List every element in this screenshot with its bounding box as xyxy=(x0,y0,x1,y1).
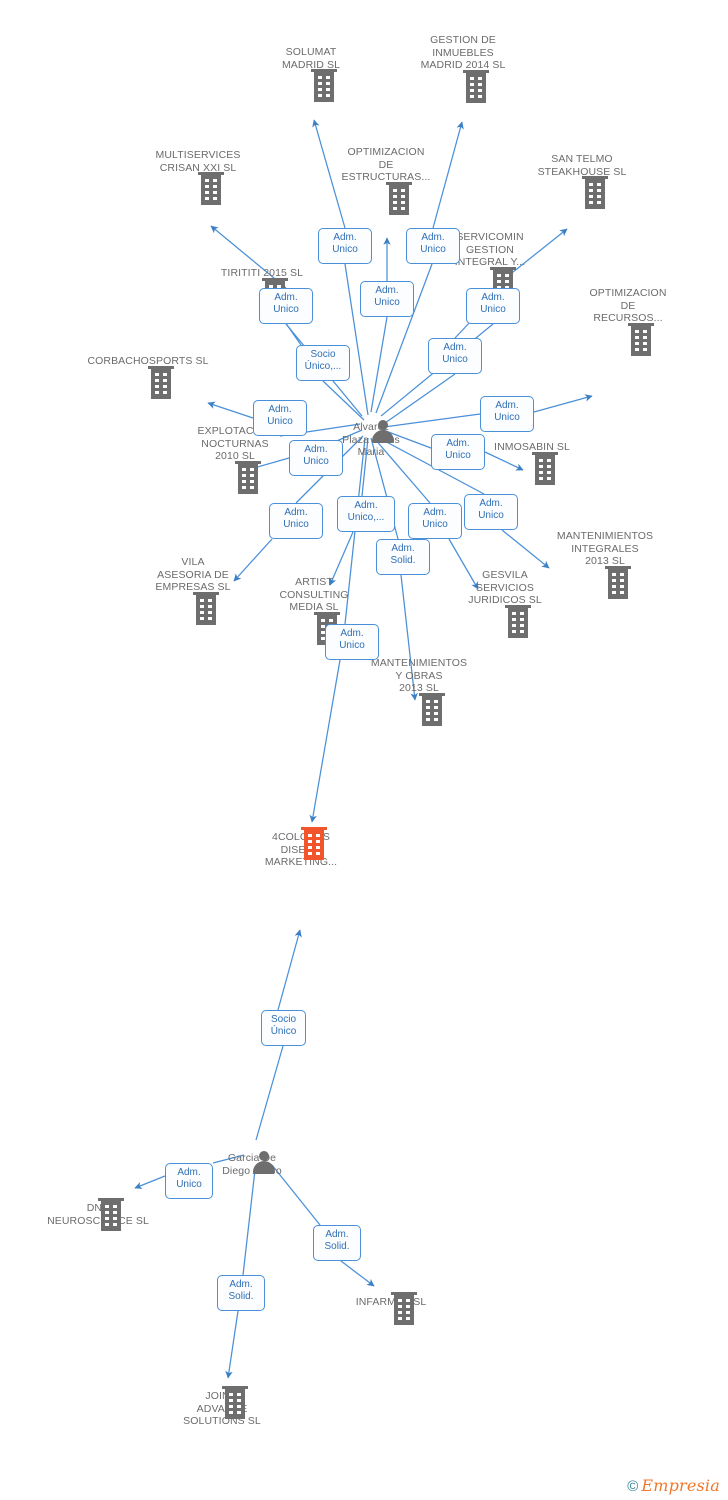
company-node-tirititi[interactable]: TIRITITI 2015 SL xyxy=(207,267,317,311)
relation-badge[interactable]: Adm. Unico xyxy=(406,228,460,264)
company-label: VILA ASESORIA DE EMPRESAS SL xyxy=(155,556,231,593)
company-label: OPTIMIZACION DE ESTRUCTURAS... xyxy=(341,146,431,183)
relation-badge[interactable]: Adm. Unico xyxy=(269,503,323,539)
company-node-4colores-focus[interactable]: 4COLORES DISEÑO MARKETING... xyxy=(246,827,356,869)
company-label: MULTISERVICES CRISAN XXI SL xyxy=(155,149,241,174)
company-node-gestion-inmuebles[interactable]: GESTION DE INMUEBLES MADRID 2014 SL xyxy=(408,34,518,103)
relation-badge[interactable]: Adm. Unico xyxy=(259,288,313,324)
relation-badge[interactable]: Adm. Unico xyxy=(318,228,372,264)
company-node-vila-asesoria[interactable]: VILA ASESORIA DE EMPRESAS SL xyxy=(138,556,248,625)
relation-badge[interactable]: Adm. Unico xyxy=(466,288,520,324)
company-node-solumat[interactable]: SOLUMAT MADRID SL xyxy=(265,46,357,102)
relation-badge[interactable]: Adm. Solid. xyxy=(376,539,430,575)
company-node-optimizacion-estructuras[interactable]: OPTIMIZACION DE ESTRUCTURAS... xyxy=(331,146,441,215)
company-label: INFARMEX SL xyxy=(355,1296,427,1308)
graph-edges-layer xyxy=(134,119,593,1379)
relation-badge[interactable]: Socio Único xyxy=(261,1010,306,1046)
copyright-icon: © xyxy=(627,1477,639,1495)
relation-badge[interactable]: Adm. Unico xyxy=(360,281,414,317)
company-node-gesvila[interactable]: GESVILA SERVICIOS JURIDICOS SL xyxy=(450,569,560,638)
company-label: OPTIMIZACION DE RECURSOS... xyxy=(589,287,667,324)
company-label: DNS NEUROSCIENCE SL xyxy=(47,1202,149,1227)
company-label: SAN TELMO STEAKHOUSE SL xyxy=(537,153,627,178)
company-node-mantenimientos-integrales[interactable]: MANTENIMIENTOS INTEGRALES 2013 SL xyxy=(550,530,660,599)
company-node-inmosabin[interactable]: INMOSABIN SL xyxy=(484,441,580,485)
company-node-mantenimientos-obras[interactable]: MANTENIMIENTOS Y OBRAS 2013 SL xyxy=(364,657,474,726)
company-node-dns-neuroscience[interactable]: DNS NEUROSCIENCE SL xyxy=(43,1198,153,1231)
relation-badge[interactable]: Adm. Unico xyxy=(431,434,485,470)
person-label: Garcia De Diego Arturo xyxy=(222,1152,281,1177)
company-node-corbachosports[interactable]: CORBACHOSPORTS SL xyxy=(78,355,218,399)
relation-badge[interactable]: Adm. Unico xyxy=(253,400,307,436)
relation-badge[interactable]: Adm. Unico xyxy=(289,440,343,476)
company-label: 4COLORES DISEÑO MARKETING... xyxy=(264,831,338,868)
company-node-multiservices[interactable]: MULTISERVICES CRISAN XXI SL xyxy=(143,149,253,205)
company-node-artist[interactable]: ARTIST CONSULTING MEDIA SL xyxy=(268,576,360,645)
company-node-infarmex[interactable]: INFARMEX SL xyxy=(336,1292,446,1325)
company-node-join2-advance[interactable]: JOIN 2 ADVANCE SOLUTIONS SL xyxy=(167,1386,277,1428)
relationship-graph-canvas: ARTIST CONSULTING MEDIA SL SOLUMAT MADRI… xyxy=(0,0,728,1500)
relation-badge[interactable]: Adm. Unico xyxy=(464,494,518,530)
relation-badge[interactable]: Adm. Unico xyxy=(408,503,462,539)
relation-badge[interactable]: Adm. Unico xyxy=(480,396,534,432)
brand-label: Empresia xyxy=(641,1476,720,1495)
relation-badge[interactable]: Adm. Solid. xyxy=(313,1225,361,1261)
company-label: MANTENIMIENTOS Y OBRAS 2013 SL xyxy=(370,657,468,694)
relation-badge[interactable]: Adm. Unico,... xyxy=(337,496,395,532)
person-node-garcia-de-diego-arturo[interactable]: Garcia De Diego Arturo xyxy=(211,1151,293,1177)
company-label: JOIN 2 ADVANCE SOLUTIONS SL xyxy=(183,1390,261,1427)
relation-badge[interactable]: Adm. Unico xyxy=(325,624,379,660)
relation-badge[interactable]: Adm. Unico xyxy=(428,338,482,374)
relation-badge[interactable]: Adm. Solid. xyxy=(217,1275,265,1311)
relation-badge[interactable]: Socio Único,... xyxy=(296,345,350,381)
relation-badge[interactable]: Adm. Unico xyxy=(165,1163,213,1199)
company-node-san-telmo[interactable]: SAN TELMO STEAKHOUSE SL xyxy=(527,153,637,209)
company-label: GESTION DE INMUEBLES MADRID 2014 SL xyxy=(420,34,506,71)
company-label: ARTIST CONSULTING MEDIA SL xyxy=(279,576,349,613)
company-label: SOLUMAT MADRID SL xyxy=(281,46,341,71)
company-node-optimizacion-recursos[interactable]: OPTIMIZACION DE RECURSOS... xyxy=(573,287,683,356)
footer-watermark: © Empresia xyxy=(627,1478,720,1494)
company-label: GESVILA SERVICIOS JURIDICOS SL xyxy=(468,569,542,606)
company-label: MANTENIMIENTOS INTEGRALES 2013 SL xyxy=(556,530,654,567)
